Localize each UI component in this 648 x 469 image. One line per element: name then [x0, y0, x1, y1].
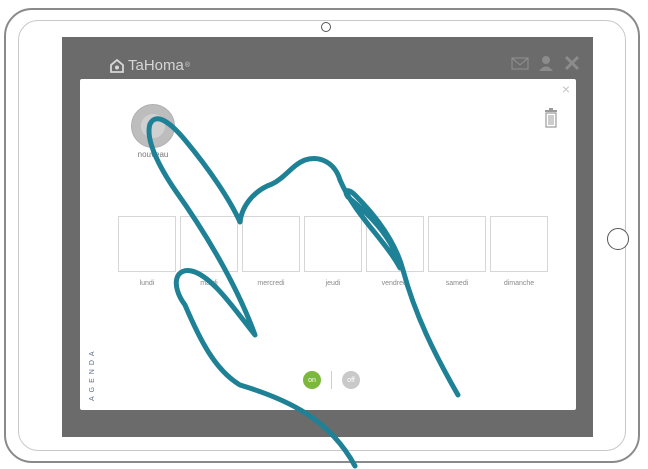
user-icon[interactable]	[537, 55, 555, 71]
close-icon[interactable]	[563, 55, 581, 71]
day-label: samedi	[445, 280, 469, 287]
agenda-modal: × nouveau lundi mardi mercredi jeudi ven…	[80, 79, 576, 410]
day-label: vendredi	[381, 280, 409, 287]
day-label: dimanche	[503, 280, 535, 287]
camera-icon	[321, 22, 331, 32]
day-slot[interactable]: vendredi	[364, 216, 426, 287]
toggle-on-button[interactable]: on	[303, 371, 321, 389]
day-box[interactable]	[304, 216, 362, 272]
top-icons	[511, 55, 581, 71]
day-box[interactable]	[118, 216, 176, 272]
day-box[interactable]	[428, 216, 486, 272]
day-box[interactable]	[180, 216, 238, 272]
modal-close-button[interactable]: ×	[562, 81, 570, 97]
app-logo: TaHoma ®	[110, 57, 190, 74]
day-box[interactable]	[490, 216, 548, 272]
trash-icon[interactable]	[544, 108, 558, 128]
logo-mark: ®	[184, 62, 191, 69]
mail-icon[interactable]	[511, 55, 529, 71]
day-slot[interactable]: mardi	[178, 216, 240, 287]
new-label: nouveau	[137, 150, 169, 159]
agenda-side-label: AGENDA	[89, 347, 96, 401]
on-off-toggle[interactable]: on off	[303, 371, 360, 389]
logo-text: TaHoma	[128, 57, 184, 74]
day-label: mardi	[200, 280, 218, 287]
new-agenda-button[interactable]: nouveau	[128, 104, 178, 159]
day-slots: lundi mardi mercredi jeudi vendredi same…	[116, 216, 550, 287]
home-button[interactable]	[607, 228, 629, 250]
day-label: lundi	[139, 280, 155, 287]
day-slot[interactable]: lundi	[116, 216, 178, 287]
day-box[interactable]	[366, 216, 424, 272]
day-slot[interactable]: samedi	[426, 216, 488, 287]
day-box[interactable]	[242, 216, 300, 272]
day-slot[interactable]: jeudi	[302, 216, 364, 287]
day-slot[interactable]: mercredi	[240, 216, 302, 287]
toggle-off-button[interactable]: off	[342, 371, 360, 389]
dial-icon	[131, 104, 175, 148]
day-slot[interactable]: dimanche	[488, 216, 550, 287]
house-icon	[110, 58, 124, 73]
day-label: mercredi	[257, 280, 285, 287]
day-label: jeudi	[325, 280, 341, 287]
top-bar: TaHoma ®	[62, 37, 593, 85]
toggle-divider	[331, 371, 332, 389]
